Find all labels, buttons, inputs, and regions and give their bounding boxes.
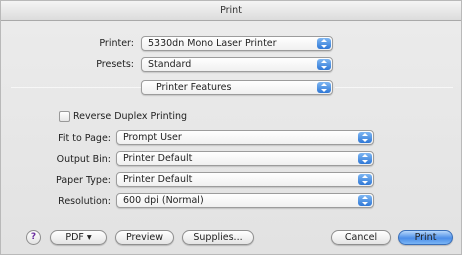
panel-value: Printer Features (156, 82, 232, 93)
pdf-button[interactable]: PDF ▾ (50, 230, 107, 245)
paper-type-value: Printer Default (123, 174, 193, 185)
fit-to-page-value: Prompt User (123, 132, 182, 143)
popup-arrows-icon (317, 38, 331, 49)
fit-to-page-popup[interactable]: Prompt User (116, 130, 374, 145)
resolution-value: 600 dpi (Normal) (123, 195, 204, 206)
resolution-popup[interactable]: 600 dpi (Normal) (116, 193, 374, 208)
printer-label: Printer: (99, 38, 134, 49)
printer-value: 5330dn Mono Laser Printer (148, 38, 277, 49)
panel-popup[interactable]: Printer Features (141, 80, 333, 95)
print-dialog: Print Printer: 5330dn Mono Laser Printer… (0, 0, 462, 255)
popup-arrows-icon (358, 174, 372, 185)
window-title: Print (1, 1, 461, 21)
print-button[interactable]: Print (398, 230, 453, 245)
paper-type-label: Paper Type: (56, 175, 111, 186)
reverse-duplex-label: Reverse Duplex Printing (73, 111, 188, 122)
output-bin-popup[interactable]: Printer Default (116, 151, 374, 166)
help-icon[interactable]: ? (26, 230, 41, 245)
presets-label: Presets: (96, 59, 134, 70)
popup-arrows-icon (358, 153, 372, 164)
printer-popup[interactable]: 5330dn Mono Laser Printer (141, 36, 333, 51)
separator-right (335, 87, 453, 88)
preview-button[interactable]: Preview (115, 230, 174, 245)
popup-arrows-icon (317, 82, 331, 93)
cancel-button[interactable]: Cancel (331, 230, 391, 245)
popup-arrows-icon (358, 132, 372, 143)
output-bin-value: Printer Default (123, 153, 193, 164)
presets-popup[interactable]: Standard (141, 57, 333, 72)
presets-value: Standard (148, 59, 192, 70)
output-bin-label: Output Bin: (56, 154, 111, 165)
supplies-button[interactable]: Supplies... (182, 230, 254, 245)
popup-arrows-icon (317, 59, 331, 70)
popup-arrows-icon (358, 195, 372, 206)
paper-type-popup[interactable]: Printer Default (116, 172, 374, 187)
reverse-duplex-checkbox[interactable] (59, 111, 70, 122)
separator-left (11, 87, 141, 88)
resolution-label: Resolution: (58, 196, 111, 207)
fit-to-page-label: Fit to Page: (58, 133, 111, 144)
